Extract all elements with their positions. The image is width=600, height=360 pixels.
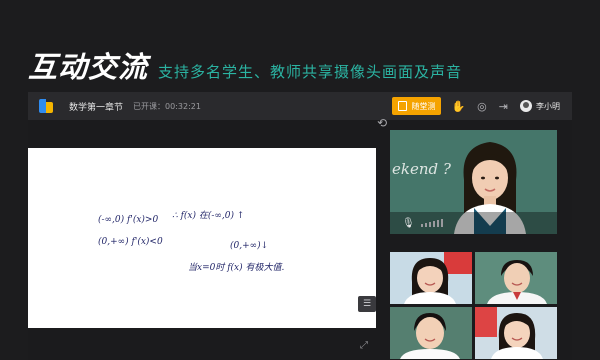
whiteboard-ink: (-∞,0) f'(x)>0 ∴ f(x) 在(-∞,0) ↑ (0,+∞) f… [98, 210, 284, 273]
student-figure [475, 252, 557, 304]
app-logo [39, 99, 53, 113]
fullscreen-icon[interactable]: ⤢ [360, 340, 368, 351]
hero-title: 互动交流 [28, 50, 149, 84]
board-line: (0,+∞) f'(x)<0 [98, 236, 163, 247]
audio-bar: 🎙 [390, 212, 557, 234]
student-camera[interactable] [390, 307, 472, 359]
teacher-camera[interactable]: ekend ? 🎙 [390, 130, 557, 234]
classroom-topbar: 数学第一章节 已开课：00:32:21 随堂测 ✋ ◎ ⇥ 李小明 [28, 92, 572, 120]
user-name: 李小明 [536, 101, 560, 111]
raise-hand-icon[interactable]: ✋ [451, 101, 465, 112]
student-camera[interactable] [475, 252, 557, 304]
user-profile[interactable]: 李小明 [520, 100, 560, 112]
refresh-icon[interactable]: ⟲ [377, 116, 387, 130]
classroom-window: 数学第一章节 已开课：00:32:21 随堂测 ✋ ◎ ⇥ 李小明 ⟲ (-∞,… [28, 92, 572, 360]
microphone-icon[interactable]: 🎙 [402, 218, 415, 229]
exit-icon[interactable]: ⇥ [499, 101, 508, 112]
quiz-button-label: 随堂测 [411, 101, 436, 111]
student-figure [390, 307, 472, 359]
timer-label: 已开课： [133, 101, 166, 111]
whiteboard[interactable]: (-∞,0) f'(x)>0 ∴ f(x) 在(-∞,0) ↑ (0,+∞) f… [28, 148, 376, 328]
volume-indicator [420, 219, 445, 227]
chalkboard-text: ekend ? [392, 160, 451, 178]
hero-banner: 互动交流 支持多名学生、教师共享摄像头画面及声音 [28, 44, 462, 84]
student-figure [475, 307, 557, 359]
hero-subtitle: 支持多名学生、教师共享摄像头画面及声音 [158, 63, 463, 81]
board-line: (-∞,0) f'(x)>0 [98, 214, 158, 225]
course-title: 数学第一章节 [69, 102, 124, 113]
student-camera-grid [390, 252, 557, 360]
board-line: ∴ f(x) 在(-∞,0) ↑ [172, 210, 244, 221]
board-line: 当x=0时 f(x) 有极大值. [188, 262, 284, 273]
collapse-panel-button[interactable]: ☰ [358, 296, 376, 312]
avatar [520, 100, 532, 112]
quiz-button[interactable]: 随堂测 [392, 97, 442, 115]
timer-value: 00:32:21 [165, 101, 201, 111]
student-camera[interactable] [390, 252, 472, 304]
class-timer: 已开课：00:32:21 [133, 101, 201, 112]
board-line: (0,+∞)↓ [230, 240, 268, 251]
settings-icon[interactable]: ◎ [477, 101, 487, 112]
quiz-icon [398, 101, 408, 111]
student-camera[interactable] [475, 307, 557, 359]
student-figure [390, 252, 472, 304]
